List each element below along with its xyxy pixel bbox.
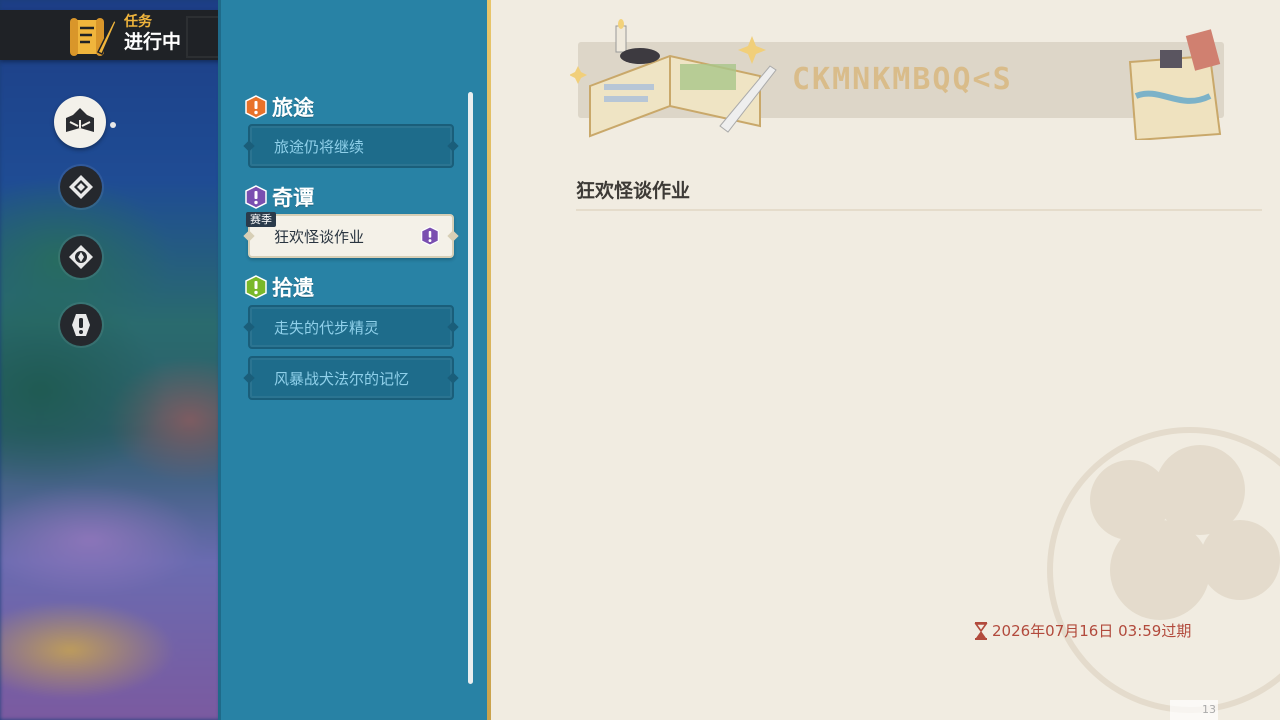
section-header-tales: 奇谭	[244, 182, 314, 212]
title-divider	[576, 209, 1262, 211]
active-indicator-dot	[110, 122, 116, 128]
green-exclamation-badge-icon	[245, 275, 267, 299]
quest-detail-title: 狂欢怪谈作业	[576, 180, 691, 202]
bread-basket-watermark-icon	[1047, 427, 1280, 713]
hourglass-icon	[974, 621, 988, 640]
banner-rune-text: CKMNKMBQQ<S	[792, 62, 1013, 97]
corner-overlay-text: 13	[1170, 700, 1218, 720]
quest-list-scrollbar[interactable]	[468, 92, 473, 684]
game-world-background	[0, 0, 220, 720]
quest-item-label: 走失的代步精灵	[274, 318, 380, 337]
section-header-journey: 旅途	[244, 92, 314, 122]
quest-item-lost-mount-spirit[interactable]: 走失的代步精灵	[248, 305, 454, 349]
quest-item-storm-hound-memory[interactable]: 风暴战犬法尔的记忆	[248, 356, 454, 400]
quest-item-journey-continues[interactable]: 旅途仍将继续	[248, 124, 454, 168]
orange-exclamation-badge-icon	[245, 95, 267, 119]
quest-item-label: 风暴战犬法尔的记忆	[274, 369, 410, 388]
book-icon	[66, 108, 94, 132]
header-title: 进行中	[124, 31, 182, 53]
exclamation-icon	[72, 314, 90, 336]
category-misc-button[interactable]	[60, 304, 102, 346]
season-tag: 赛季	[246, 212, 276, 227]
category-adventure-button[interactable]	[60, 166, 102, 208]
purple-exclamation-badge-icon	[245, 185, 267, 209]
scroll-quill-icon	[70, 18, 117, 56]
section-label: 拾遗	[272, 276, 314, 300]
purple-exclamation-badge-icon	[421, 226, 439, 246]
quest-item-label: 旅途仍将继续	[274, 137, 365, 156]
category-main-story-button[interactable]	[54, 96, 106, 148]
section-header-gleanings: 拾遗	[244, 272, 314, 302]
expiry-text: 2026年07月16日 03:59过期	[992, 622, 1192, 640]
compass-diamond-alt-icon	[69, 245, 93, 269]
category-tales-button[interactable]	[60, 236, 102, 278]
header-subtitle: 任务	[124, 14, 152, 30]
quest-item-label: 狂欢怪谈作业	[274, 227, 365, 246]
quest-item-carnival-homework[interactable]: 赛季 狂欢怪谈作业	[246, 212, 454, 258]
section-label: 奇谭	[272, 186, 314, 210]
quest-expiry: 2026年07月16日 03:59过期	[974, 620, 1191, 641]
section-label: 旅途	[272, 96, 314, 120]
compass-diamond-icon	[69, 175, 93, 199]
